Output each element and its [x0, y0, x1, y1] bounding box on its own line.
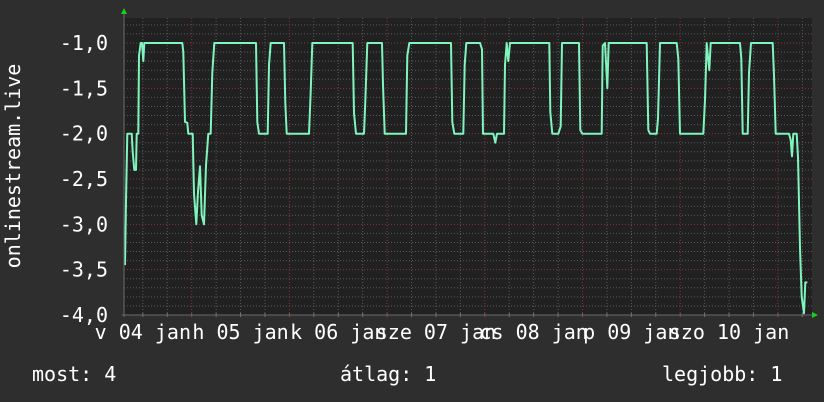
chart-container: -1,0 -1,5 -2,0 -2,5 -3,0 -3,5 -4,0 v 04 jan h 0… — [0, 0, 824, 402]
y-tick-label: -2,0 — [60, 122, 108, 146]
y-tick-label: -1,0 — [60, 31, 108, 55]
y-axis-ticks: -1,0-1,5-2,0-2,5-3,0-3,5-4,0 — [60, 31, 108, 327]
x-axis-arrow-icon — [812, 312, 818, 318]
y-tick-label: -2,5 — [60, 167, 108, 191]
x-tick-label: h 05 jan — [192, 320, 288, 344]
x-tick-label: k 06 jan — [290, 320, 386, 344]
x-tick-label: szo 10 jan — [669, 320, 789, 344]
average-value: átlag: 1 — [340, 362, 437, 386]
current-value: most: 4 — [32, 362, 117, 386]
x-tick-label: p 09 jan — [583, 320, 679, 344]
y-tick-label: -3,0 — [60, 212, 108, 236]
y-tick-label: -3,5 — [60, 258, 108, 282]
x-axis-ticks: v 04 jan h 05 jan k 06 jansze 07 jancs 08 … — [95, 320, 790, 344]
y-axis-label: onlinestream.live — [1, 64, 25, 269]
x-tick-label: v 04 jan — [95, 320, 191, 344]
y-axis-arrow-icon — [121, 8, 127, 14]
best-value: legjobb: 1 — [662, 362, 783, 386]
x-tick-label: cs 08 jan — [479, 320, 587, 344]
x-tick-label: sze 07 jan — [376, 320, 496, 344]
y-tick-label: -1,5 — [60, 76, 108, 100]
line-chart: -1,0-1,5-2,0-2,5-3,0-3,5-4,0 v 04 jan h 0… — [1, 8, 818, 344]
